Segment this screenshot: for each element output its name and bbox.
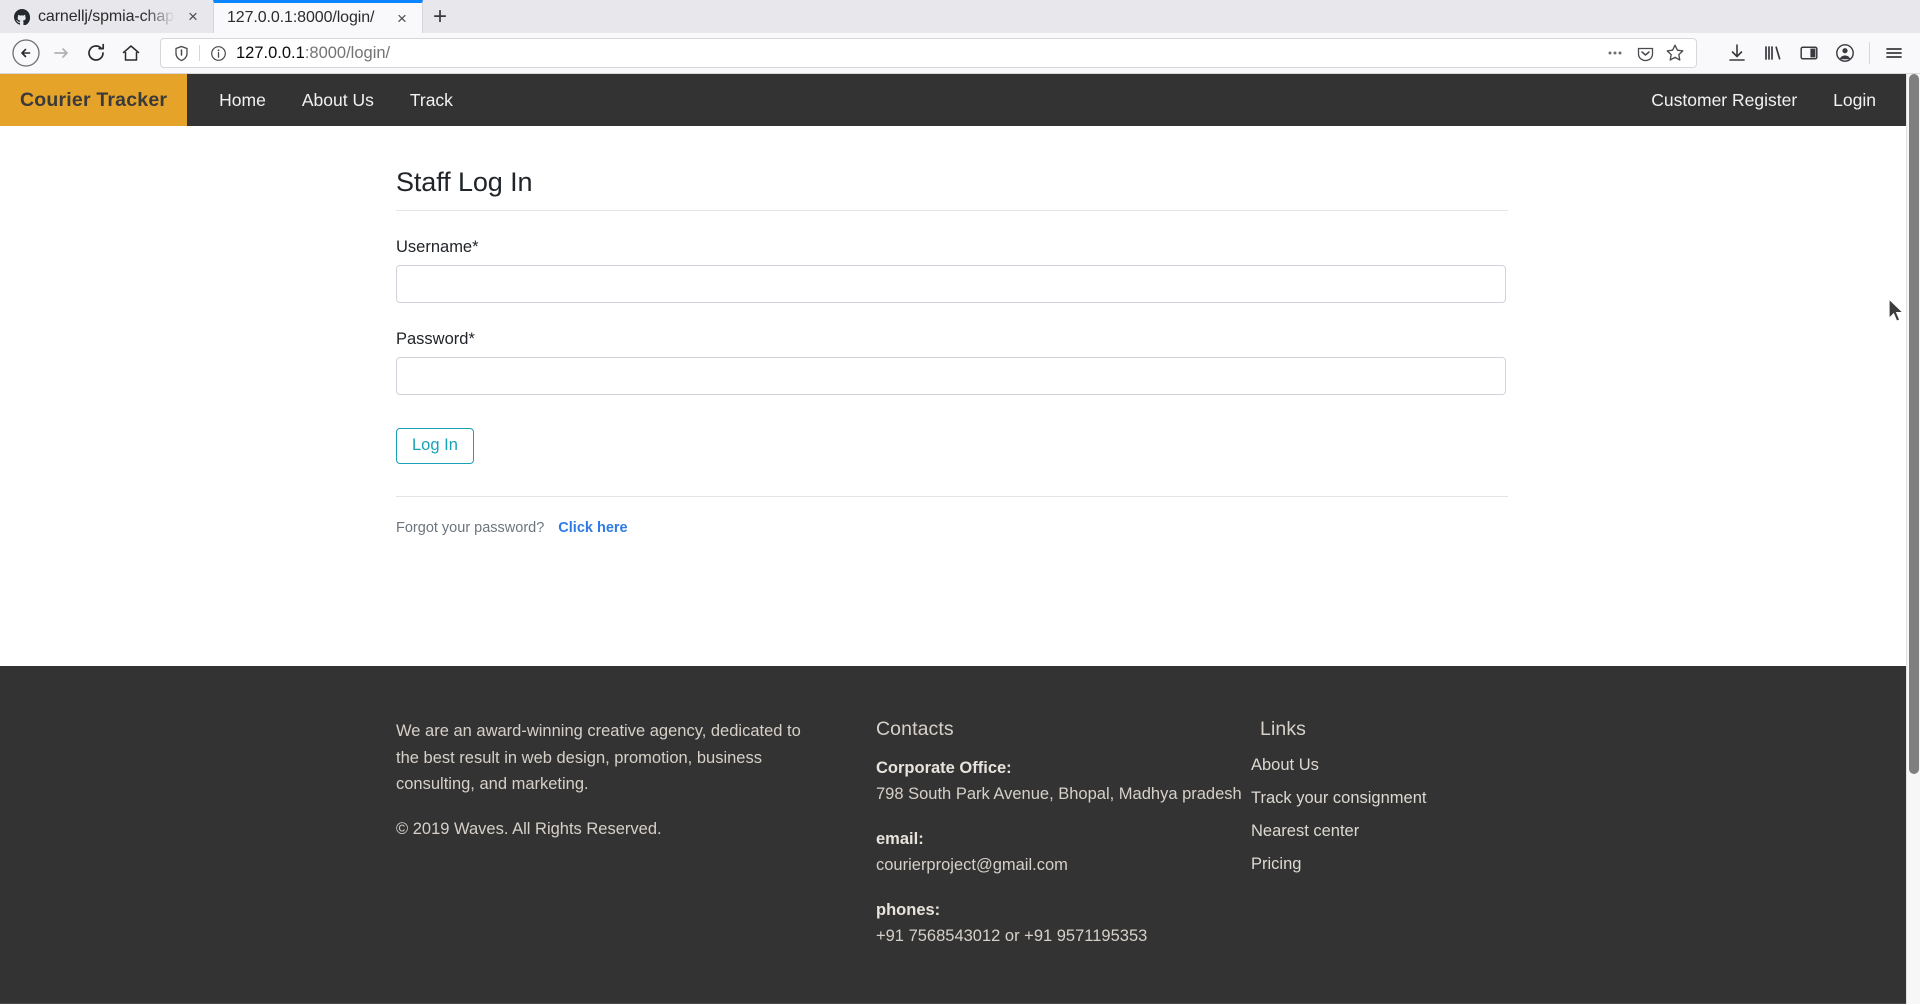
- footer-column-contacts: Contacts Corporate Office: 798 South Par…: [876, 718, 1251, 969]
- footer-link-pricing[interactable]: Pricing: [1251, 855, 1301, 873]
- footer-link-track-consignment[interactable]: Track your consignment: [1251, 789, 1426, 807]
- browser-tab-title-0: carnellj/spmia-chapter: [38, 7, 175, 25]
- forgot-password-row: Forgot your password? Click here: [396, 497, 1508, 536]
- footer-office-value: 798 South Park Avenue, Bhopal, Madhya pr…: [876, 784, 1242, 803]
- navigation-toolbar: 127.0.0.1:8000/login/: [0, 33, 1920, 74]
- footer-email-value[interactable]: courierproject@gmail.com: [876, 856, 1068, 874]
- urlbar-divider: [199, 45, 200, 61]
- forgot-password-text: Forgot your password?: [396, 519, 545, 536]
- url-host: 127.0.0.1: [236, 43, 305, 62]
- page-title: Staff Log In: [396, 167, 533, 197]
- url-text[interactable]: 127.0.0.1:8000/login/: [233, 44, 1599, 63]
- list-item: Nearest center: [1251, 822, 1551, 841]
- footer-email-label: email:: [876, 830, 924, 849]
- toolbar-separator: [1869, 42, 1870, 64]
- username-label: Username*: [396, 238, 479, 256]
- home-icon[interactable]: [113, 37, 148, 69]
- close-icon[interactable]: ×: [183, 7, 203, 27]
- username-field-group: Username*: [396, 211, 1508, 303]
- username-input[interactable]: [396, 265, 1506, 303]
- pocket-icon[interactable]: [1631, 40, 1659, 66]
- browser-tab-1[interactable]: 127.0.0.1:8000/login/ ×: [213, 0, 423, 33]
- url-bar[interactable]: 127.0.0.1:8000/login/: [160, 38, 1697, 68]
- footer-link-list: About Us Track your consignment Nearest …: [1251, 756, 1551, 874]
- footer-phones-block: phones: +91 7568543012 or +91 9571195353: [876, 898, 1251, 949]
- footer-office-block: Corporate Office: 798 South Park Avenue,…: [876, 756, 1251, 807]
- staff-login-form: Username* Password* Log In: [396, 211, 1508, 496]
- github-icon: [13, 8, 30, 25]
- footer-column-about: We are an award-winning creative agency,…: [396, 718, 876, 969]
- footer-email-block: email: courierproject@gmail.com: [876, 827, 1251, 878]
- forgot-password-link[interactable]: Click here: [558, 520, 627, 536]
- nav-item-home[interactable]: Home: [201, 74, 284, 126]
- footer-link-about-us[interactable]: About Us: [1251, 756, 1319, 774]
- browser-tab-title-1: 127.0.0.1:8000/login/: [227, 9, 375, 26]
- login-form-container: Staff Log In Username* Password* Log In: [396, 167, 1508, 536]
- footer-link-nearest-center[interactable]: Nearest center: [1251, 822, 1359, 840]
- footer-columns: We are an award-winning creative agency,…: [0, 718, 1906, 969]
- page-viewport: Courier Tracker Home About Us Track Cust…: [0, 74, 1920, 1004]
- browser-chrome: carnellj/spmia-chapter × 127.0.0.1:8000/…: [0, 0, 1920, 74]
- reload-icon[interactable]: [78, 37, 113, 69]
- nav-item-login[interactable]: Login: [1815, 74, 1894, 126]
- list-item: Pricing: [1251, 855, 1551, 874]
- nav-item-customer-register[interactable]: Customer Register: [1633, 74, 1815, 126]
- forward-icon[interactable]: [43, 37, 78, 69]
- nav-item-about-us[interactable]: About Us: [284, 74, 392, 126]
- footer-copyright: © 2019 Waves. All Rights Reserved.: [396, 820, 662, 839]
- main-content: Staff Log In Username* Password* Log In: [0, 126, 1906, 666]
- close-icon[interactable]: ×: [392, 8, 412, 28]
- back-icon[interactable]: [8, 37, 43, 69]
- site-footer: We are an award-winning creative agency,…: [0, 666, 1906, 1004]
- list-item: About Us: [1251, 756, 1551, 775]
- star-icon[interactable]: [1661, 40, 1689, 66]
- password-input[interactable]: [396, 357, 1506, 395]
- page-scrollbar-thumb[interactable]: [1909, 74, 1919, 774]
- footer-phones-label: phones:: [876, 901, 941, 920]
- footer-about-text: We are an award-winning creative agency,…: [396, 722, 801, 794]
- account-icon[interactable]: [1827, 37, 1863, 69]
- footer-phones-value: +91 7568543012 or +91 9571195353: [876, 926, 1148, 945]
- password-label: Password*: [396, 330, 475, 348]
- downloads-icon[interactable]: [1719, 37, 1755, 69]
- site-navbar: Courier Tracker Home About Us Track Cust…: [0, 74, 1906, 126]
- shield-icon[interactable]: [168, 40, 194, 66]
- brand-logo[interactable]: Courier Tracker: [0, 74, 188, 126]
- toolbar-right-group: [1703, 37, 1912, 69]
- new-tab-button[interactable]: +: [423, 0, 457, 33]
- footer-contacts-heading: Contacts: [876, 718, 954, 740]
- footer-links-heading: Links: [1260, 718, 1307, 740]
- footer-social-bar: FACEBOOK INSTAGRAM TWITTER GOOGLE: [0, 1003, 1906, 1004]
- login-submit-button[interactable]: Log In: [396, 428, 474, 464]
- nav-item-track[interactable]: Track: [392, 74, 471, 126]
- url-path: :8000/login/: [304, 43, 391, 62]
- footer-office-label: Corporate Office:: [876, 759, 1012, 777]
- list-item: Track your consignment: [1251, 789, 1551, 808]
- ellipsis-icon[interactable]: [1601, 40, 1629, 66]
- page-scrollbar[interactable]: [1906, 74, 1920, 1004]
- navbar-links-right: Customer Register Login: [1633, 74, 1906, 126]
- tab-strip: carnellj/spmia-chapter × 127.0.0.1:8000/…: [0, 0, 1920, 33]
- sidebar-icon[interactable]: [1791, 37, 1827, 69]
- info-icon[interactable]: [205, 40, 231, 66]
- hamburger-menu-icon[interactable]: [1876, 37, 1912, 69]
- browser-tab-0[interactable]: carnellj/spmia-chapter ×: [0, 0, 213, 33]
- navbar-links-left: Home About Us Track: [201, 74, 471, 126]
- password-field-group: Password*: [396, 303, 1508, 395]
- footer-column-links: Links About Us Track your consignment Ne…: [1251, 718, 1551, 969]
- library-icon[interactable]: [1755, 37, 1791, 69]
- page-scroll-area: Courier Tracker Home About Us Track Cust…: [0, 74, 1906, 1004]
